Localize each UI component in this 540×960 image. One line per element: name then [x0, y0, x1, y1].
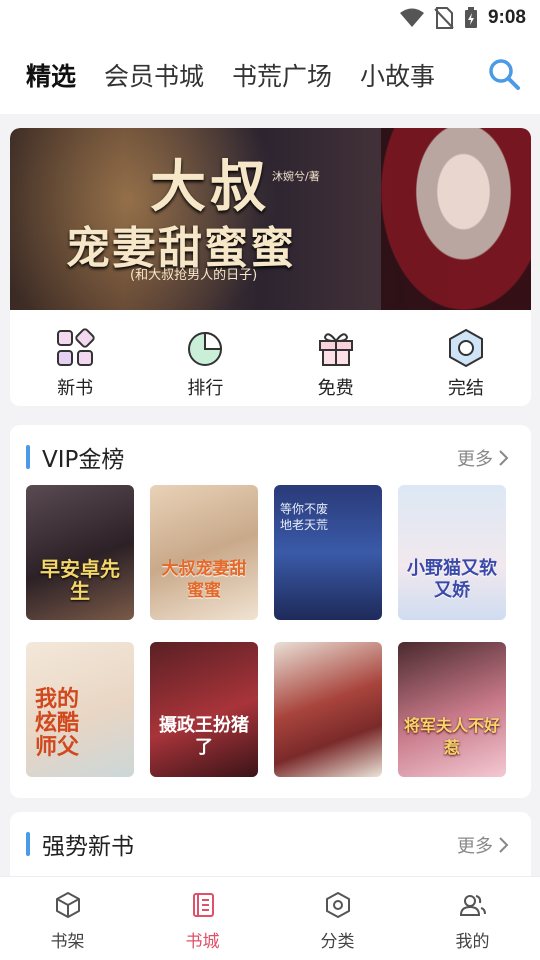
book-cover[interactable]: 我的炫酷师父 [26, 642, 134, 777]
nav-category[interactable]: 分类 [270, 877, 405, 960]
tab-member-store[interactable]: 会员书城 [104, 57, 204, 93]
battery-icon [464, 7, 477, 28]
book-cover[interactable]: 等你不废地老天荒 [274, 485, 382, 620]
tab-short-stories[interactable]: 小故事 [360, 57, 435, 93]
strong-new-header: 强势新书 [26, 829, 134, 860]
book-cover-title: 将军夫人不好惹 [404, 716, 501, 757]
cube-icon [55, 892, 80, 918]
section-marker [26, 445, 30, 469]
section-marker [26, 832, 30, 856]
quick-link-ranking-label: 排行 [187, 378, 224, 399]
new-books-icon [57, 328, 95, 366]
book-cover[interactable]: 大叔宠妻甜蜜蜜 [150, 485, 258, 620]
tab-featured[interactable]: 精选 [26, 57, 76, 93]
quick-link-ranking[interactable]: 排行 [140, 314, 270, 406]
search-icon[interactable] [486, 56, 522, 92]
book-cover-title: 大叔宠妻甜蜜蜜 [161, 559, 247, 601]
gift-icon [318, 333, 353, 366]
banner-illustration [381, 128, 531, 310]
bottom-nav: 书架 书城 分类 我的 [0, 876, 540, 960]
vip-book-grid: 早安卓先生 大叔宠妻甜蜜蜜 等你不废地老天荒 小野猫又软又娇 我的炫酷师父 摄政… [26, 485, 516, 777]
book-cover[interactable]: 摄政王扮猪了 [150, 642, 258, 777]
banner-title: 大叔 [150, 154, 270, 220]
vip-section-header: VIP金榜 [26, 442, 125, 473]
strong-new-more-label: 更多 [457, 836, 493, 857]
book-cover-title: 我的炫酷师父 [34, 686, 79, 760]
book-cover[interactable]: 早安卓先生 [26, 485, 134, 620]
vip-section: VIP金榜 更多 早安卓先生 大叔宠妻甜蜜蜜 等你不废地老天荒 小野猫又软又娇 … [10, 425, 531, 798]
promo-banner[interactable]: 大叔 沐婉兮/著 宠妻甜蜜蜜 (和大叔抢男人的日子) [10, 128, 531, 310]
book-cover-title: 早安卓先生 [40, 557, 120, 603]
strong-new-section: 强势新书 更多 [10, 812, 531, 882]
status-time: 9:08 [487, 7, 526, 28]
nav-profile-label: 我的 [455, 932, 490, 952]
nav-bookstore-label: 书城 [185, 932, 220, 952]
quick-link-new[interactable]: 新书 [10, 314, 140, 406]
nav-bookshelf-label: 书架 [50, 932, 85, 952]
tab-book-plaza[interactable]: 书荒广场 [232, 57, 332, 93]
wifi-icon [399, 8, 424, 27]
book-cover-title: 摄政王扮猪了 [159, 715, 249, 758]
chevron-right-icon [499, 837, 509, 853]
vip-more-link[interactable]: 更多 [457, 445, 509, 471]
top-tab-bar: 精选 会员书城 书荒广场 小故事 [0, 36, 540, 114]
nav-bookstore[interactable]: 书城 [135, 877, 270, 960]
quick-link-free[interactable]: 免费 [271, 314, 401, 406]
quick-links: 新书 排行 免费 完结 [10, 314, 531, 406]
strong-new-title: 强势新书 [42, 834, 134, 860]
status-bar: 9:08 [0, 0, 540, 36]
nav-profile[interactable]: 我的 [405, 877, 540, 960]
book-cover-title: 小野猫又软又娇 [407, 558, 497, 601]
quick-link-free-label: 免费 [317, 378, 354, 399]
hexagon-icon [325, 892, 350, 918]
book-cover[interactable]: 小野猫又软又娇 [398, 485, 506, 620]
vip-more-label: 更多 [457, 449, 493, 470]
book-cover[interactable]: 将军夫人不好惹 [398, 642, 506, 777]
pie-chart-icon [188, 331, 223, 366]
quick-link-new-label: 新书 [57, 378, 94, 399]
nav-bookshelf[interactable]: 书架 [0, 877, 135, 960]
banner-author: 沐婉兮/著 [272, 170, 320, 183]
book-cover-title: 等你不废地老天荒 [280, 502, 329, 532]
banner-subtitle: (和大叔抢男人的日子) [130, 268, 258, 283]
vip-section-title: VIP金榜 [42, 447, 125, 473]
quick-link-completed[interactable]: 完结 [401, 314, 531, 406]
book-cover[interactable] [274, 642, 382, 777]
chevron-right-icon [499, 450, 509, 466]
users-icon [459, 895, 486, 916]
no-sim-icon [434, 7, 454, 29]
hero-card: 大叔 沐婉兮/著 宠妻甜蜜蜜 (和大叔抢男人的日子) 新书 排行 免费 完结 [10, 128, 531, 406]
quick-link-completed-label: 完结 [447, 378, 484, 399]
strong-new-more-link[interactable]: 更多 [457, 832, 509, 858]
hexagon-icon [448, 328, 483, 368]
book-list-icon [192, 893, 214, 917]
nav-category-label: 分类 [320, 932, 355, 952]
